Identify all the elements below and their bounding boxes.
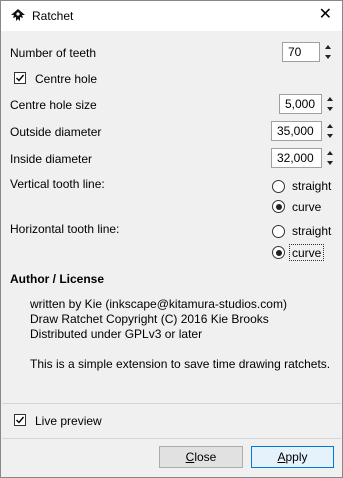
decrement-icon[interactable] [322, 52, 334, 62]
live-preview-checkbox[interactable] [14, 414, 26, 426]
close-window-button[interactable]: ✕ [319, 6, 332, 24]
decrement-icon[interactable] [324, 104, 336, 114]
license-line: Distributed under GPLv3 or later [30, 327, 203, 341]
outside-diameter-spinbox[interactable]: 35,000 [271, 120, 336, 142]
increment-icon[interactable] [322, 42, 334, 52]
horizontal-straight-label[interactable]: straight [292, 224, 331, 238]
horizontal-curve-label[interactable]: curve [292, 246, 321, 260]
decrement-icon[interactable] [324, 158, 336, 168]
inside-diameter-label: Inside diameter [10, 152, 93, 166]
centre-hole-label[interactable]: Centre hole [35, 72, 97, 86]
horizontal-curve-radio[interactable] [272, 246, 285, 259]
apply-button-label: pply [285, 450, 308, 464]
centre-hole-size-stepper[interactable] [324, 94, 336, 114]
teeth-stepper[interactable] [322, 42, 334, 62]
divider [2, 403, 341, 404]
increment-icon[interactable] [324, 148, 336, 158]
close-button[interactable]: Close [159, 446, 243, 468]
teeth-spinbox[interactable]: 70 [282, 41, 334, 63]
vertical-curve-label[interactable]: curve [292, 200, 321, 214]
author-line: written by Kie (inkscape@kitamura-studio… [30, 297, 287, 311]
vertical-straight-label[interactable]: straight [292, 179, 331, 193]
live-preview-label[interactable]: Live preview [35, 414, 102, 428]
outside-diameter-input[interactable]: 35,000 [271, 121, 322, 141]
increment-icon[interactable] [324, 121, 336, 131]
ratchet-dialog: Ratchet ✕ Number of teeth 70 Centre hole… [0, 0, 343, 478]
vertical-straight-radio[interactable] [272, 180, 285, 193]
centre-hole-size-input[interactable]: 5,000 [279, 94, 322, 114]
divider [2, 438, 341, 439]
description-text: This is a simple extension to save time … [30, 357, 331, 371]
horizontal-tooth-line-label: Horizontal tooth line: [10, 222, 120, 236]
checkmark-icon [16, 74, 25, 82]
title-bar: Ratchet ✕ [1, 1, 342, 31]
centre-hole-size-label: Centre hole size [10, 98, 97, 112]
outside-diameter-label: Outside diameter [10, 125, 102, 139]
close-button-label: lose [194, 450, 217, 464]
inside-diameter-stepper[interactable] [324, 148, 336, 168]
window-title: Ratchet [32, 9, 74, 23]
author-license-heading: Author / License [10, 272, 105, 286]
teeth-label: Number of teeth [10, 46, 97, 60]
increment-icon[interactable] [324, 94, 336, 104]
centre-hole-checkbox[interactable] [14, 72, 26, 84]
inside-diameter-spinbox[interactable]: 32,000 [271, 147, 336, 169]
vertical-tooth-line-label: Vertical tooth line: [10, 177, 105, 191]
outside-diameter-stepper[interactable] [324, 121, 336, 141]
horizontal-straight-radio[interactable] [272, 225, 285, 238]
checkmark-icon [16, 416, 25, 424]
apply-button[interactable]: Apply [251, 446, 334, 468]
centre-hole-size-spinbox[interactable]: 5,000 [279, 93, 336, 115]
vertical-curve-radio[interactable] [272, 200, 285, 213]
copyright-line: Draw Ratchet Copyright (C) 2016 Kie Broo… [30, 312, 269, 326]
apply-mnemonic: A [277, 450, 286, 464]
decrement-icon[interactable] [324, 131, 336, 141]
teeth-input[interactable]: 70 [282, 42, 320, 62]
inside-diameter-input[interactable]: 32,000 [271, 148, 322, 168]
inkscape-icon [10, 9, 26, 23]
